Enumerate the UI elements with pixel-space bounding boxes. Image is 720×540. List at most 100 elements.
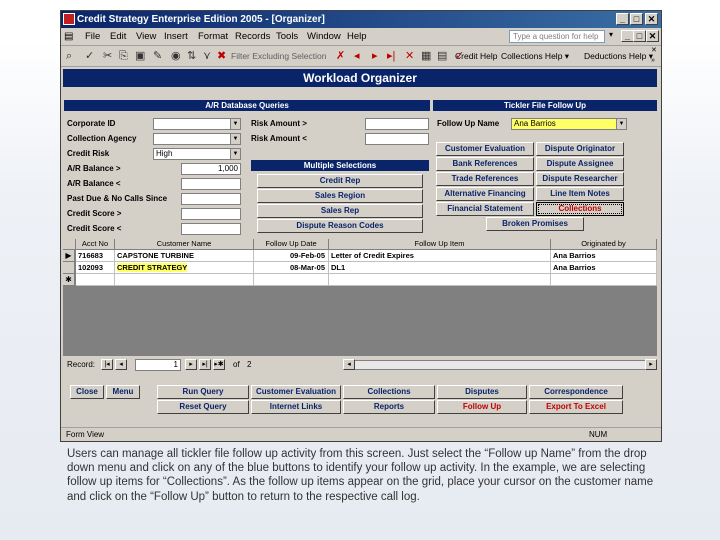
collections-tickler-button[interactable]: Collections [536,202,624,216]
menu-insert[interactable]: Insert [164,28,188,46]
cell-new[interactable] [76,274,115,286]
correspondence-button[interactable]: Correspondence [529,385,623,399]
cell-follow-up-date[interactable]: 08-Mar-05 [254,262,329,274]
follow-up-name-combo[interactable]: Ana Barrios ▼ [511,118,627,130]
row-selector[interactable] [63,262,75,274]
row-selector-current[interactable]: ▶ [63,250,75,262]
col-acct-no[interactable]: Acct No [76,239,115,250]
scroll-left-button[interactable]: ◂ [343,359,355,370]
ar-balance-gt-field[interactable]: 1,000 [181,163,241,175]
credit-risk-combo[interactable]: High ▼ [153,148,241,160]
filter-excluding-selection-button[interactable]: Filter Excluding Selection [231,46,326,67]
menu-records[interactable]: Records [235,28,270,46]
properties-icon[interactable]: ▦ [421,49,431,64]
cell-new[interactable] [551,274,657,286]
toolbar-overflow-icon[interactable]: ✕» [651,46,657,66]
sales-region-button[interactable]: Sales Region [257,189,423,203]
filter-icon[interactable]: ⋎ [203,49,211,64]
cell-customer-name[interactable]: CREDIT STRATEGY [115,262,254,274]
cell-originated-by[interactable]: Ana Barrios [551,250,657,262]
run-query-button[interactable]: Run Query [157,385,249,399]
first-record-button[interactable]: |◂ [101,359,113,370]
cell-new[interactable] [115,274,254,286]
close-window-button[interactable]: ✕ [645,13,658,25]
first-record-icon[interactable]: ◂ [354,49,360,64]
cut-icon[interactable]: ✂ [103,49,112,64]
new-record-icon[interactable]: ▸| [387,49,395,64]
dispute-researcher-button[interactable]: Dispute Researcher [536,172,624,186]
collections-bottom-button[interactable]: Collections [343,385,435,399]
maximize-button[interactable]: □ [630,13,643,25]
horizontal-scrollbar[interactable] [343,360,657,370]
col-follow-up-date[interactable]: Follow Up Date [254,239,329,250]
internet-links-button[interactable]: Internet Links [251,400,341,414]
cell-customer-name[interactable]: CAPSTONE TURBINE [115,250,254,262]
menu-help[interactable]: Help [347,28,367,46]
collection-agency-combo[interactable]: ▼ [153,133,241,145]
row-selector-new[interactable]: ✱ [63,274,75,286]
deductions-help-menu[interactable]: Deductions Help ▾ [584,46,653,67]
cell-follow-up-item[interactable]: Letter of Credit Expires [329,250,551,262]
credit-score-gt-field[interactable] [181,208,241,220]
col-originated-by[interactable]: Originated by [551,239,657,250]
new-record-button[interactable]: ▸✱ [213,359,225,370]
doc-restore-button[interactable]: □ [633,30,646,42]
trade-references-button[interactable]: Trade References [436,172,534,186]
apply-filter-icon[interactable]: ✖ [217,49,226,64]
credit-score-lt-field[interactable] [181,223,241,235]
col-follow-up-item[interactable]: Follow Up Item [329,239,551,250]
credit-rep-button[interactable]: Credit Rep [257,174,423,188]
ar-balance-lt-field[interactable] [181,178,241,190]
broken-promises-button[interactable]: Broken Promises [486,217,584,231]
scroll-right-button[interactable]: ▸ [645,359,657,370]
dispute-originator-button[interactable]: Dispute Originator [536,142,624,156]
bank-references-button[interactable]: Bank References [436,157,534,171]
database-icon[interactable]: ▤ [437,49,447,64]
reports-button[interactable]: Reports [343,400,435,414]
delete-record-icon[interactable]: ✕ [405,49,414,64]
collections-help-menu[interactable]: Collections Help ▾ [501,46,569,67]
ask-dropdown-icon[interactable]: ▾ [609,30,613,39]
minimize-button[interactable]: _ [616,13,629,25]
current-record-field[interactable]: 1 [135,359,181,371]
col-customer-name[interactable]: Customer Name [115,239,254,250]
cell-originated-by[interactable]: Ana Barrios [551,262,657,274]
paste-icon[interactable]: ▣ [135,49,145,64]
alternative-financing-button[interactable]: Alternative Financing [436,187,534,201]
next-record-icon[interactable]: ▸ [372,49,378,64]
export-to-excel-button[interactable]: Export To Excel [529,400,623,414]
cell-follow-up-item[interactable]: DL1 [329,262,551,274]
menu-file[interactable]: File [85,28,100,46]
menu-edit[interactable]: Edit [110,28,126,46]
chevron-down-icon[interactable]: ▼ [616,119,626,129]
close-button[interactable]: Close [70,385,104,399]
chevron-down-icon[interactable]: ▼ [230,149,240,159]
form-icon[interactable]: ▤ [64,28,73,46]
menu-view[interactable]: View [136,28,156,46]
financial-statement-button[interactable]: Financial Statement [436,202,534,216]
ask-question-input[interactable]: Type a question for help [509,30,605,43]
cell-new[interactable] [254,274,329,286]
dispute-assignee-button[interactable]: Dispute Assignee [536,157,624,171]
customer-evaluation-bottom-button[interactable]: Customer Evaluation [251,385,341,399]
cell-acct-no[interactable]: 102093 [76,262,115,274]
spelling-icon[interactable]: ✓ [85,49,94,64]
customer-evaluation-button[interactable]: Customer Evaluation [436,142,534,156]
credit-help-menu[interactable]: Credit Help [455,46,498,67]
remove-filter-icon[interactable]: ✗ [336,49,345,64]
sales-rep-button[interactable]: Sales Rep [257,204,423,218]
sort-icon[interactable]: ⇅ [187,49,196,64]
disputes-button[interactable]: Disputes [437,385,527,399]
chevron-down-icon[interactable]: ▼ [230,119,240,129]
doc-close-button[interactable]: ✕ [646,30,659,42]
chevron-down-icon[interactable]: ▼ [230,134,240,144]
copy-icon[interactable]: ⎘ [119,49,128,64]
search-icon[interactable]: ⌕ [66,49,72,64]
reset-query-button[interactable]: Reset Query [157,400,249,414]
menu-format[interactable]: Format [198,28,228,46]
risk-amount-lt-field[interactable] [365,133,429,145]
risk-amount-gt-field[interactable] [365,118,429,130]
menu-button[interactable]: Menu [106,385,140,399]
cell-new[interactable] [329,274,551,286]
cell-acct-no[interactable]: 716683 [76,250,115,262]
